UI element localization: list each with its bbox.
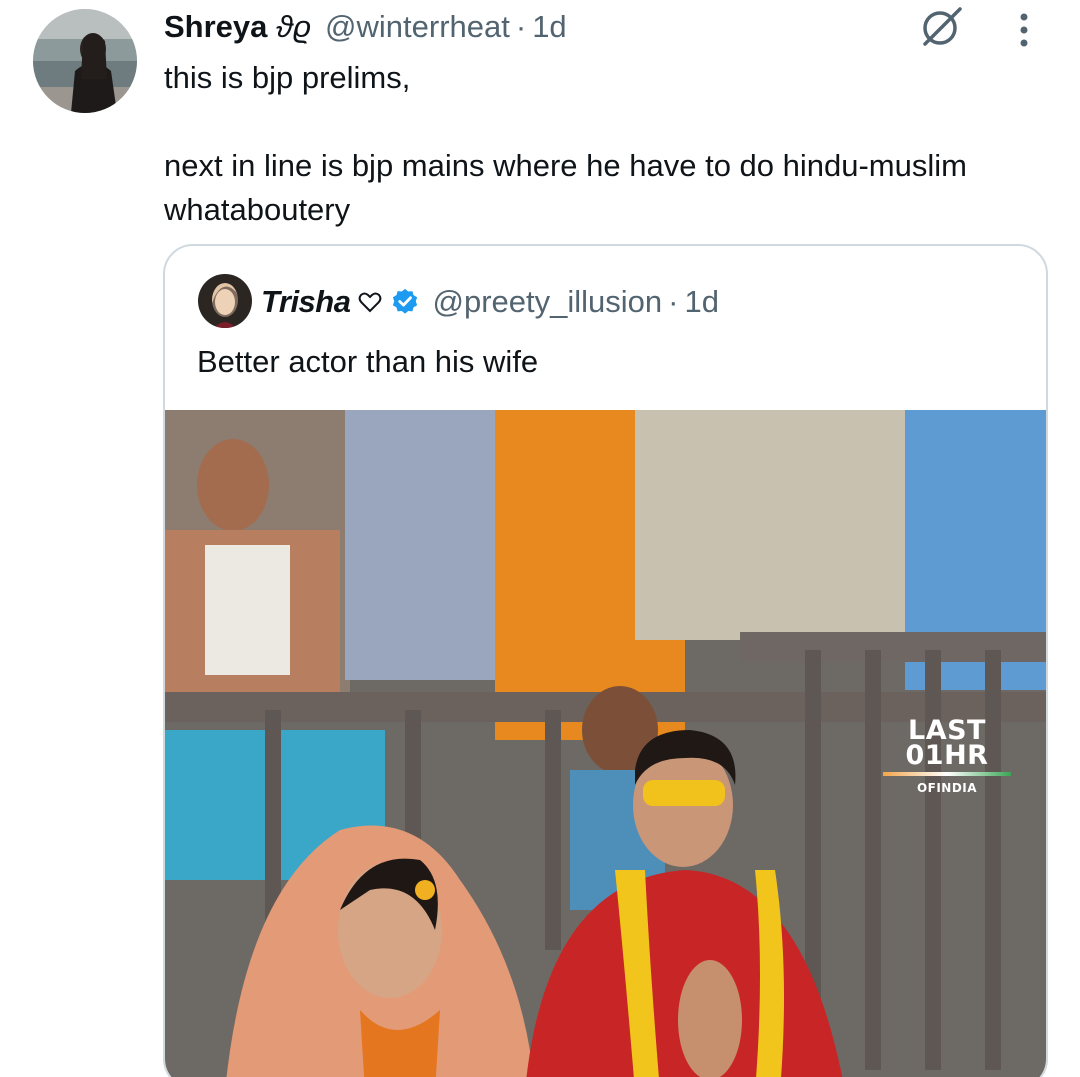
avatar-photo	[33, 9, 137, 113]
author-avatar[interactable]	[33, 9, 137, 113]
tweet-text-line: this is bjp prelims,	[164, 60, 411, 95]
heart-icon	[359, 292, 382, 313]
grok-icon[interactable]	[916, 4, 966, 50]
watermark-line2: 01HR	[905, 740, 989, 771]
quoted-handle[interactable]: @preety_illusion	[432, 284, 662, 320]
quoted-tweet[interactable]: Trisha @preety_illusion · 1d Better acto…	[163, 244, 1048, 1077]
quoted-author-name[interactable]: Trisha	[261, 284, 351, 320]
tweet-text-line: next in line is bjp mains where he have …	[164, 148, 967, 183]
quoted-timestamp[interactable]: 1d	[684, 284, 718, 320]
author-name[interactable]: Shreya ϑϱ	[164, 9, 311, 45]
separator-dot: ·	[515, 9, 527, 44]
tweet-text-line	[164, 100, 1054, 144]
tweet-text-line: whataboutery	[164, 192, 351, 227]
separator-dot: ·	[668, 284, 679, 319]
watermark-sub: OFINDIA	[916, 781, 978, 795]
quoted-tweet-text: Better actor than his wife	[197, 344, 539, 379]
author-handle[interactable]: @winterrheat	[325, 9, 510, 45]
quoted-avatar-photo	[198, 274, 252, 328]
watermark-bar	[883, 772, 1011, 776]
media-watermark: LAST 01HR OFINDIA	[883, 717, 1011, 795]
quoted-media[interactable]: LAST 01HR OFINDIA	[165, 410, 1046, 1077]
verified-badge-icon	[393, 288, 418, 314]
tweet-header: Shreya ϑϱ @winterrheat · 1d	[164, 9, 567, 45]
timestamp[interactable]: 1d	[532, 9, 566, 45]
quoted-header: Trisha @preety_illusion · 1d	[261, 282, 719, 322]
quoted-avatar[interactable]	[198, 274, 252, 328]
tweet-text: this is bjp prelims, next in line is bjp…	[164, 56, 1054, 232]
more-icon[interactable]	[1007, 10, 1041, 50]
